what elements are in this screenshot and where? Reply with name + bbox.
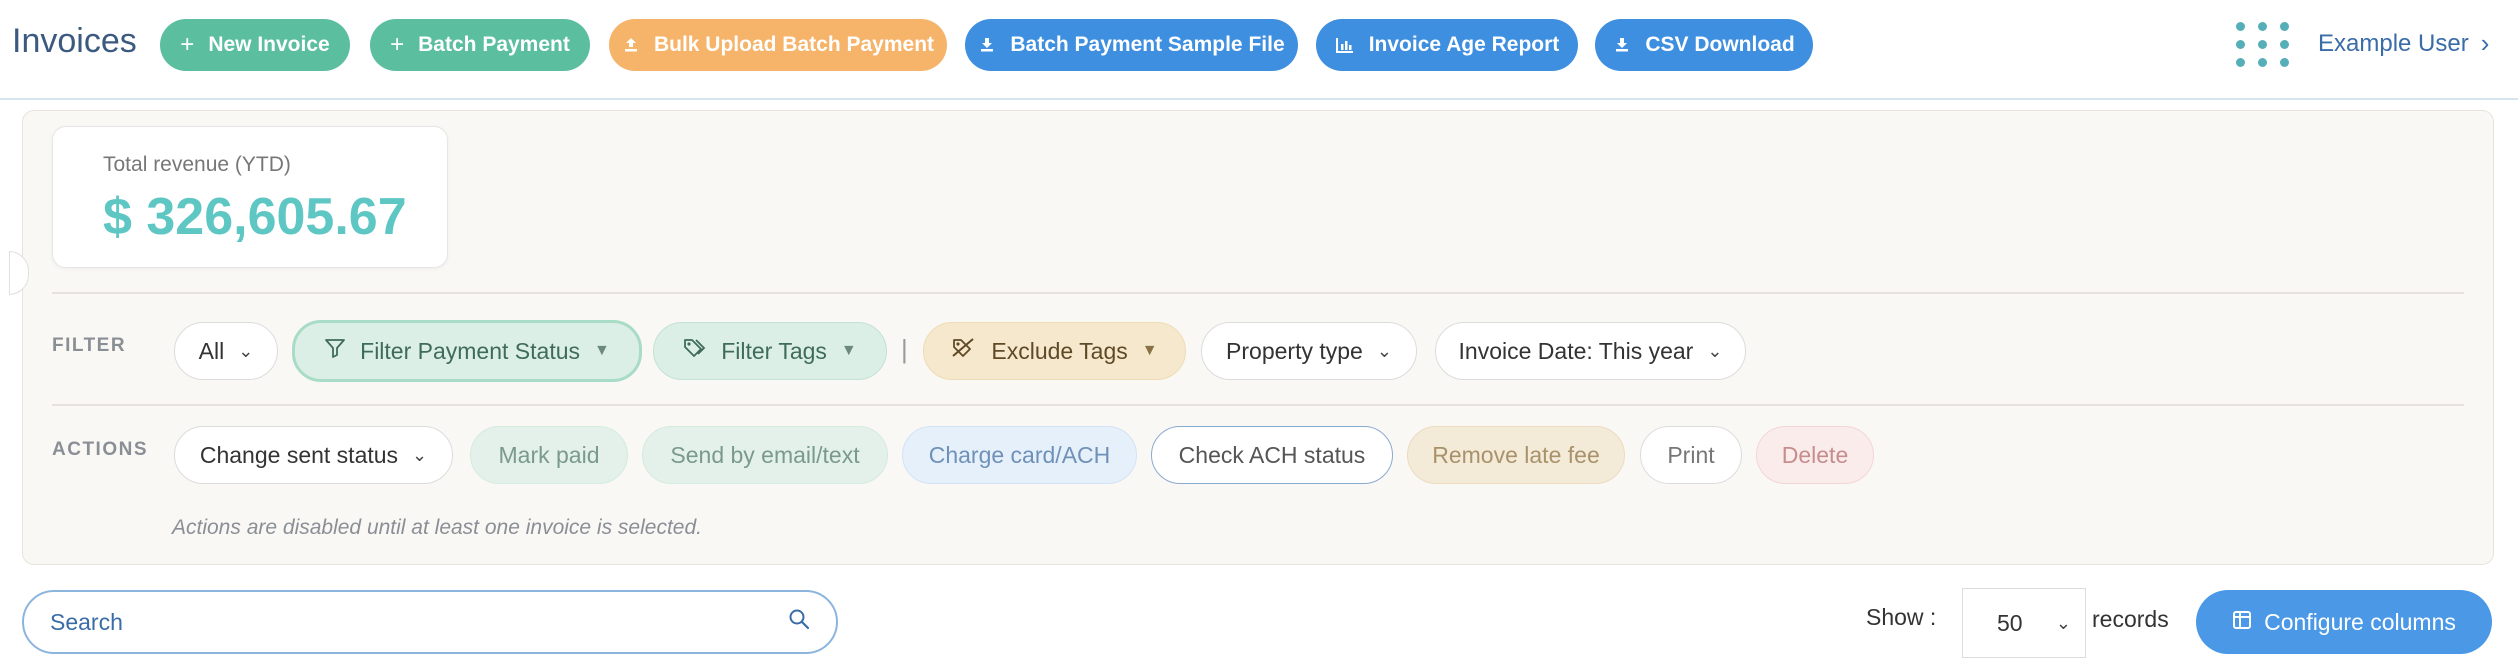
print-button[interactable]: Print [1640,426,1742,484]
divider [52,404,2464,406]
new-invoice-button[interactable]: + New Invoice [160,19,350,71]
upload-icon [622,36,640,54]
caret-down-icon: ▼ [840,342,857,359]
batch-payment-sample-file-button[interactable]: Batch Payment Sample File [965,19,1298,71]
bulk-upload-batch-payment-button[interactable]: Bulk Upload Batch Payment [609,19,947,71]
apps-grid-icon[interactable] [2236,22,2294,68]
caret-down-icon: ▼ [594,342,610,359]
total-revenue-value: $ 326,605.67 [103,188,407,246]
invoice-date-label: Invoice Date: This year [1458,337,1694,364]
print-label: Print [1667,441,1715,468]
filter-all-label: All [198,337,225,364]
user-menu[interactable]: Example User › [2318,28,2489,59]
total-revenue-card: Total revenue (YTD) $ 326,605.67 [52,126,448,268]
delete-label: Delete [1781,441,1849,468]
change-sent-status-label: Change sent status [199,441,399,468]
plus-icon: + [390,31,405,58]
records-label: records [2092,606,2169,632]
tags-icon [683,337,707,365]
exclude-tags-label: Exclude Tags [991,337,1128,364]
filter-all-dropdown[interactable]: All ⌄ [174,322,278,380]
batch-payment-button[interactable]: + Batch Payment [370,19,590,71]
charge-card-label: Charge card/ACH [928,441,1111,468]
search-box [22,590,838,654]
mark-paid-label: Mark paid [498,441,600,468]
remove-late-fee-button[interactable]: Remove late fee [1407,426,1625,484]
bar-chart-icon [1335,36,1355,54]
records-per-page-select[interactable]: 50 ⌄ [1962,588,2086,658]
divider [52,292,2464,294]
check-ach-label: Check ACH status [1178,441,1366,468]
new-invoice-label: New Invoice [208,33,330,56]
records-per-page-value: 50 [1997,609,2023,636]
download-icon [1613,36,1631,54]
show-label: Show : [1866,604,1937,630]
batch-payment-label: Batch Payment [418,33,570,56]
check-ach-status-button[interactable]: Check ACH status [1151,426,1393,484]
mark-paid-button[interactable]: Mark paid [470,426,628,484]
invoice-age-report-button[interactable]: Invoice Age Report [1316,19,1578,71]
plus-icon: + [180,31,195,58]
chevron-down-icon: ⌄ [2055,612,2071,633]
filter-tags-label: Filter Tags [721,337,827,364]
configure-columns-button[interactable]: Configure columns [2196,590,2492,654]
funnel-icon [324,337,346,365]
exclude-tags-button[interactable]: Exclude Tags ▼ [923,322,1186,380]
configure-columns-label: Configure columns [2264,608,2456,635]
change-sent-status-dropdown[interactable]: Change sent status ⌄ [174,426,453,484]
download-icon [978,36,996,54]
page-title: Invoices [12,22,137,60]
sidebar-toggle-tab[interactable] [9,251,29,295]
bulk-upload-label: Bulk Upload Batch Payment [653,33,935,56]
chevron-right-icon: › [2480,28,2490,58]
send-by-email-text-button[interactable]: Send by email/text [642,426,888,484]
filter-section-label: FILTER [52,335,127,356]
csv-download-button[interactable]: CSV Download [1595,19,1813,71]
filter-tags-button[interactable]: Filter Tags ▼ [653,322,887,380]
chevron-down-icon: ⌄ [238,340,254,361]
tag-slash-icon [951,337,977,365]
property-type-label: Property type [1226,337,1363,364]
filter-payment-status-button[interactable]: Filter Payment Status ▼ [292,320,642,382]
delete-button[interactable]: Delete [1756,426,1874,484]
caret-down-icon: ▼ [1141,342,1158,359]
filter-separator: | [901,334,908,364]
actions-disabled-note: Actions are disabled until at least one … [172,516,702,539]
total-revenue-label: Total revenue (YTD) [103,153,291,176]
top-bar: Invoices + New Invoice + Batch Payment B… [0,0,2518,100]
search-icon[interactable] [788,608,810,637]
remove-late-fee-label: Remove late fee [1432,441,1600,468]
age-report-label: Invoice Age Report [1368,33,1560,56]
columns-icon [2232,609,2252,636]
send-email-label: Send by email/text [670,441,860,468]
chevron-down-icon: ⌄ [412,444,428,465]
search-input[interactable] [50,608,788,636]
csv-download-label: CSV Download [1645,33,1795,56]
user-name: Example User [2318,29,2469,57]
property-type-dropdown[interactable]: Property type ⌄ [1201,322,1417,380]
charge-card-ach-button[interactable]: Charge card/ACH [902,426,1137,484]
invoice-date-dropdown[interactable]: Invoice Date: This year ⌄ [1435,322,1746,380]
filter-payment-status-label: Filter Payment Status [360,337,580,364]
chevron-down-icon: ⌄ [1707,340,1723,361]
sample-file-label: Batch Payment Sample File [1010,33,1285,56]
chevron-down-icon: ⌄ [1376,340,1392,361]
actions-section-label: ACTIONS [52,439,148,460]
